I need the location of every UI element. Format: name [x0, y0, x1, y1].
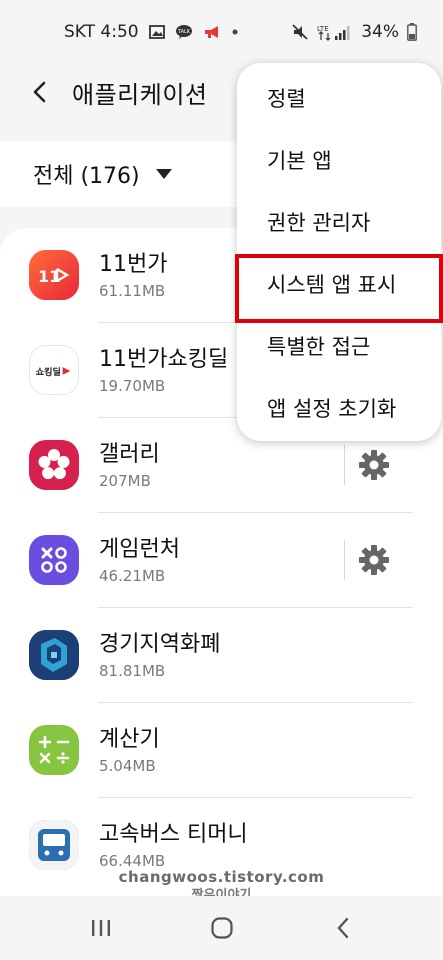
list-item[interactable]: 계산기 5.04MB [0, 703, 443, 798]
list-item[interactable]: 게임런처 46.21MB [0, 513, 443, 608]
filter-label: 전체 (176) [33, 164, 140, 189]
shocking-deal-icon: 쇼킹딜 [29, 345, 79, 395]
app-settings-button[interactable] [350, 441, 398, 489]
app-settings-button[interactable] [350, 536, 398, 584]
recent-apps-button[interactable] [71, 896, 131, 960]
app-size: 46.21MB [99, 567, 166, 585]
lte-label: LTE [317, 25, 329, 33]
status-bar: SKT 4:50 TALK LTE 34% [0, 0, 443, 64]
menu-item-permission-manager[interactable]: 권한 관리자 [237, 191, 441, 253]
talk-icon: TALK [175, 24, 193, 40]
app-name: 갤러리 [99, 442, 160, 467]
app-name: 계산기 [99, 727, 160, 752]
app-name: 경기지역화폐 [99, 632, 221, 657]
svg-text:TALK: TALK [177, 29, 191, 35]
menu-item-special-access[interactable]: 특별한 접근 [237, 315, 441, 377]
svg-text:쇼킹딜: 쇼킹딜 [36, 366, 61, 378]
app-name: 11번가 [99, 252, 168, 277]
dot-icon [231, 28, 239, 36]
calculator-icon [29, 725, 79, 775]
page-title: 애플리케이션 [72, 80, 208, 109]
back-arrow-icon [33, 81, 46, 103]
battery-percent: 34% [361, 22, 399, 42]
app-size: 19.70MB [99, 377, 166, 395]
gyeonggi-currency-icon [29, 630, 79, 680]
nav-back-button[interactable] [313, 896, 373, 960]
caret-down-icon [155, 169, 172, 179]
menu-item-reset-app-preferences[interactable]: 앱 설정 초기화 [237, 377, 441, 439]
gallery-flower-icon [29, 440, 79, 490]
mute-icon [291, 23, 309, 41]
battery-icon [407, 23, 417, 41]
elevenst-icon: 11 [29, 250, 79, 300]
menu-item-default-apps[interactable]: 기본 앱 [237, 129, 441, 191]
menu-item-sort[interactable]: 정렬 [237, 67, 441, 129]
app-size: 207MB [99, 472, 151, 490]
overflow-menu: 정렬 기본 앱 권한 관리자 시스템 앱 표시 특별한 접근 앱 설정 초기화 [237, 63, 441, 441]
recent-apps-icon [91, 920, 110, 936]
app-size: 61.11MB [99, 282, 166, 300]
back-button[interactable] [12, 64, 68, 120]
app-size: 5.04MB [99, 757, 156, 775]
app-size: 81.81MB [99, 662, 166, 680]
back-icon [336, 917, 348, 939]
divider [344, 540, 345, 580]
bus-icon [29, 820, 79, 870]
image-icon [148, 25, 165, 39]
app-name: 고속버스 티머니 [99, 822, 248, 847]
carrier-time: SKT 4:50 [64, 22, 139, 42]
lte-signal-icon: LTE [317, 23, 353, 41]
menu-item-show-system-apps[interactable]: 시스템 앱 표시 [237, 253, 441, 315]
megaphone-icon [203, 24, 221, 40]
home-button[interactable] [192, 896, 252, 960]
navigation-bar [0, 896, 443, 960]
app-name: 게임런처 [99, 537, 180, 562]
gear-icon [359, 450, 389, 480]
game-launcher-icon [29, 535, 79, 585]
divider [344, 445, 345, 485]
list-item[interactable]: 경기지역화폐 81.81MB [0, 608, 443, 703]
app-name: 11번가쇼킹딜 [99, 347, 229, 372]
home-icon [210, 917, 233, 939]
gear-icon [359, 545, 389, 575]
